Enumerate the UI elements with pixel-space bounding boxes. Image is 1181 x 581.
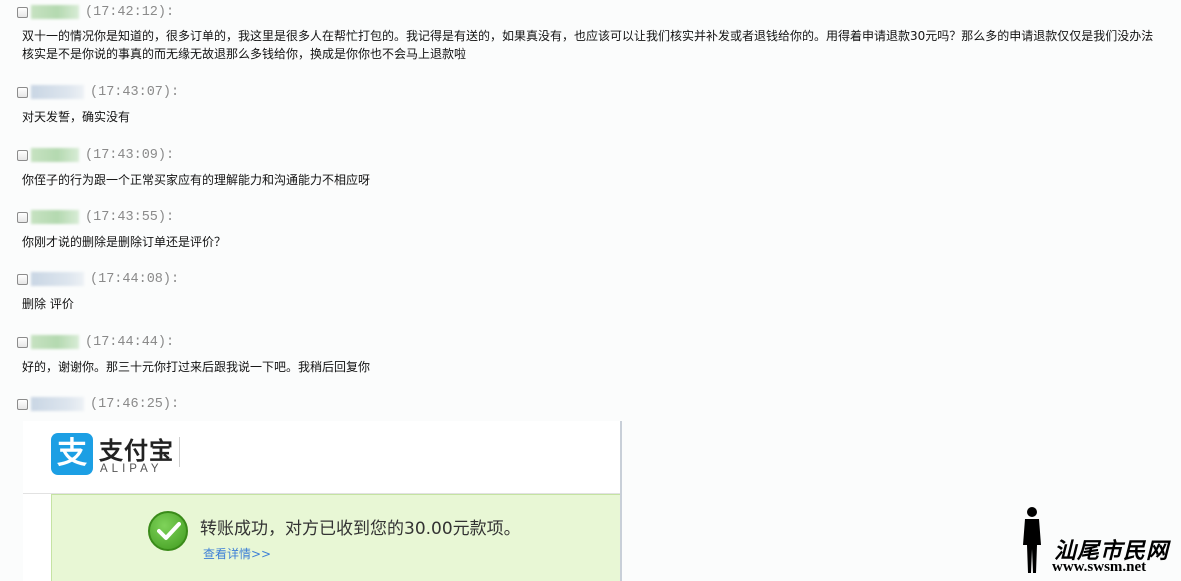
message-time: (17:44:44):: [85, 334, 175, 350]
transfer-success-text: 转账成功，对方已收到您的30.00元款项。: [200, 519, 521, 539]
message-time: (17:44:08):: [90, 271, 180, 287]
message-text: 双十一的情况你是知道的，很多订单的，我这里是很多人在帮忙打包的。我记得是有送的，…: [22, 29, 1154, 61]
standing-figure-icon: [1023, 507, 1041, 573]
alipay-receipt-image[interactable]: 支 支付宝 ALIPAY 转账成功，对方已收到您的30.00元款项。 查看详情>…: [23, 421, 622, 581]
message-checkbox[interactable]: [17, 336, 28, 348]
message-checkbox[interactable]: [17, 273, 28, 285]
message-checkbox[interactable]: [17, 398, 28, 410]
watermark-url: www.swsm.net: [1052, 559, 1147, 575]
alipay-logo-icon: 支: [51, 433, 93, 475]
message-time: (17:42:12):: [85, 4, 175, 20]
message-checkbox[interactable]: [17, 211, 28, 223]
message-checkbox[interactable]: [17, 149, 28, 161]
message-text: 对天发誓，确实没有: [22, 110, 131, 124]
view-details-link[interactable]: 查看详情>>: [203, 545, 271, 562]
message-time: (17:46:25):: [90, 396, 180, 412]
alipay-brand-name: 支付宝: [99, 437, 174, 465]
alipay-header: 支 支付宝 ALIPAY: [23, 421, 620, 494]
message-header: (17:44:08):: [17, 270, 179, 288]
message-checkbox[interactable]: [17, 6, 28, 18]
sender-name-blurred: [31, 272, 84, 286]
site-watermark: 汕尾市民网 www.swsm.net: [1016, 505, 1181, 581]
alipay-brand-en: ALIPAY: [100, 463, 163, 475]
message-text: 你侄子的行为跟一个正常买家应有的理解能力和沟通能力不相应呀: [22, 173, 371, 187]
sender-name-blurred: [31, 397, 84, 411]
transfer-success-box: 转账成功，对方已收到您的30.00元款项。 查看详情>>: [51, 494, 620, 581]
message-header: (17:43:07):: [17, 83, 179, 101]
message-text: 你刚才说的删除是删除订单还是评价？: [22, 235, 227, 249]
message-time: (17:43:07):: [90, 84, 180, 100]
message-header: (17:43:55):: [17, 208, 174, 226]
message-header: (17:46:25):: [17, 395, 179, 413]
alipay-divider: [179, 437, 180, 467]
sender-name-blurred: [31, 85, 84, 99]
sender-name-blurred: [31, 335, 79, 349]
message-time: (17:43:55):: [85, 209, 175, 225]
message-header: (17:43:09):: [17, 146, 174, 164]
message-header: (17:44:44):: [17, 333, 174, 351]
sender-name-blurred: [31, 5, 79, 19]
success-check-icon: [148, 511, 188, 551]
message-text: 删除 评价: [22, 297, 74, 311]
sender-name-blurred: [31, 210, 79, 224]
sender-name-blurred: [31, 148, 79, 162]
message-text: 好的，谢谢你。那三十元你打过来后跟我说一下吧。我稍后回复你: [22, 360, 371, 374]
message-header: (17:42:12):: [17, 3, 174, 21]
message-checkbox[interactable]: [17, 86, 28, 98]
message-time: (17:43:09):: [85, 147, 175, 163]
